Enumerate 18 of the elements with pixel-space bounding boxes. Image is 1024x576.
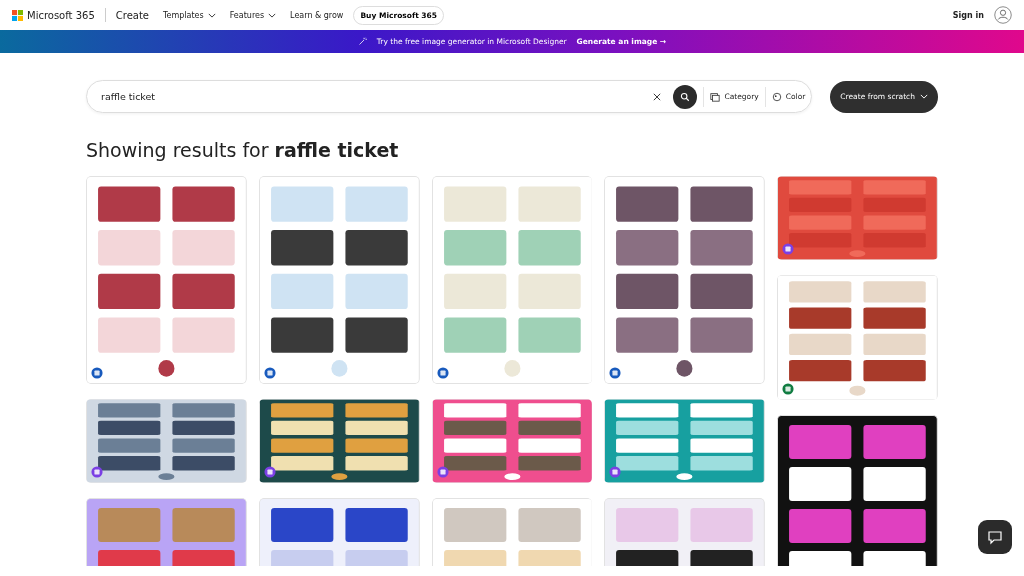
account-icon[interactable] (994, 6, 1012, 24)
chat-icon (987, 529, 1003, 545)
clear-icon[interactable] (653, 92, 662, 101)
nav-link[interactable]: Learn & grow (290, 10, 344, 20)
wand-icon (357, 37, 367, 46)
palette-icon (771, 91, 782, 102)
sign-in-link[interactable]: Sign in (952, 10, 984, 20)
brand-logo-icon (12, 9, 23, 21)
nav-link[interactable]: Templates (163, 10, 216, 20)
brand-name[interactable]: Microsoft 365 (27, 9, 95, 21)
chat-assistant-button[interactable] (978, 520, 1012, 554)
caret-icon (920, 94, 928, 99)
search-icon (680, 91, 691, 102)
category-icon (710, 91, 721, 102)
section-title[interactable]: Create (115, 9, 149, 21)
search-button[interactable] (673, 84, 698, 109)
results-heading: Showing results for raffle ticket (86, 139, 400, 162)
nav-link[interactable]: Features (229, 10, 277, 20)
